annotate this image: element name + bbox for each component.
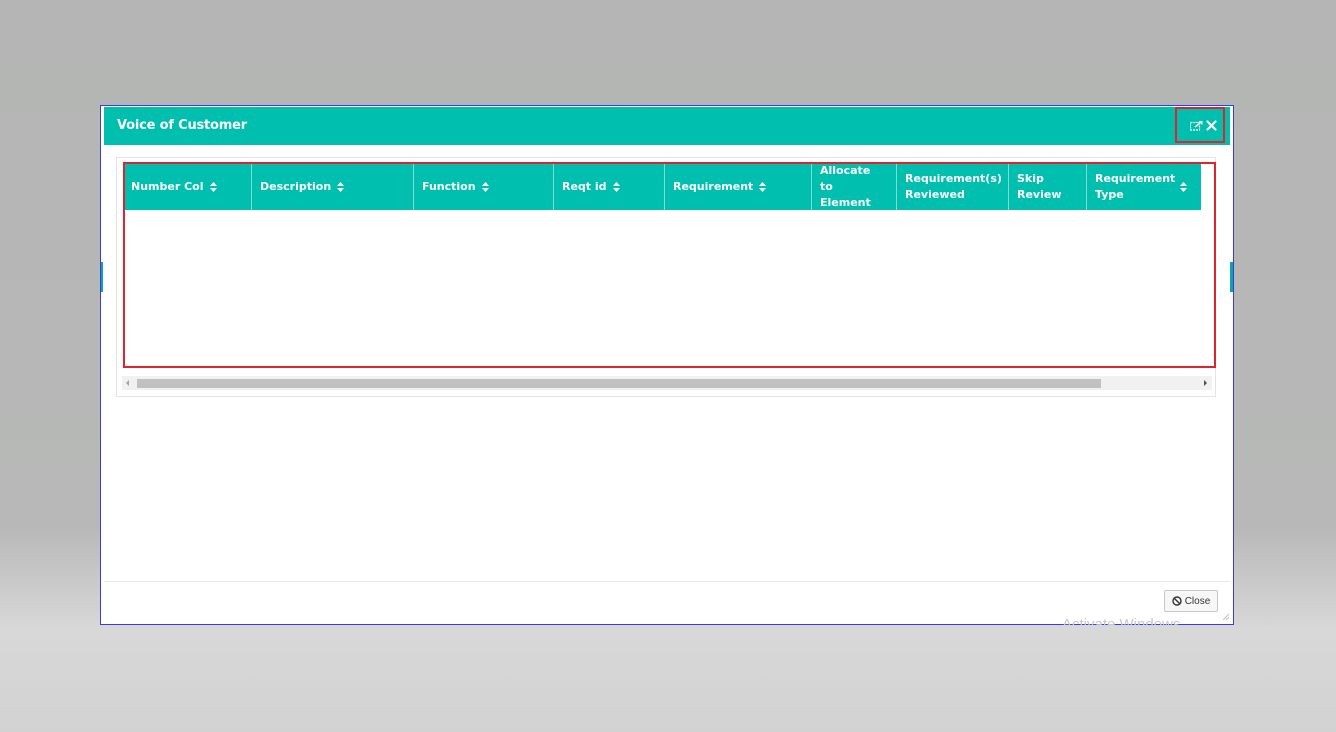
close-button-label: Close <box>1184 595 1211 607</box>
dialog-header[interactable]: Voice of Customer <box>104 107 1230 145</box>
grid-panel: Number Col Description Function Reqt id … <box>116 157 1216 397</box>
scroll-right-arrow-icon[interactable] <box>1204 380 1207 386</box>
scroll-left-arrow-icon[interactable] <box>126 380 129 386</box>
close-icon[interactable] <box>1206 120 1217 131</box>
header-actions-highlight <box>1175 107 1225 143</box>
horizontal-scrollbar[interactable] <box>122 376 1212 390</box>
activate-windows-watermark: Activate Windows <box>1062 616 1181 625</box>
restore-window-icon[interactable] <box>1190 121 1203 131</box>
resize-grip-icon[interactable] <box>1223 614 1229 620</box>
ban-icon <box>1172 596 1182 606</box>
dialog-footer-divider <box>104 581 1230 582</box>
voice-of-customer-dialog: Voice of Customer Number Col Description… <box>100 105 1234 625</box>
scrollbar-thumb[interactable] <box>137 379 1101 388</box>
background-strip <box>1230 262 1233 292</box>
dialog-title: Voice of Customer <box>117 118 247 133</box>
background-strip <box>101 262 103 292</box>
grid-highlight-box <box>123 162 1216 368</box>
close-button[interactable]: Close <box>1164 590 1218 612</box>
